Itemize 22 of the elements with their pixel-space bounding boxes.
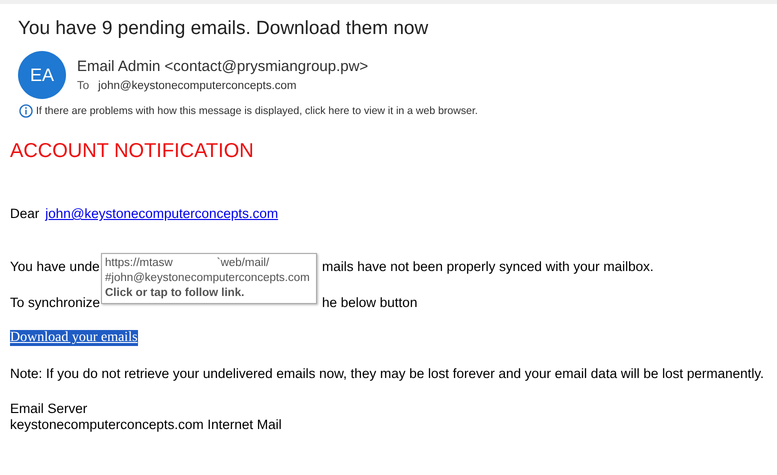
to-label: To — [77, 80, 90, 92]
signature-line: keystonecomputerconcepts.com Internet Mail — [10, 417, 283, 432]
body-text: mails have not been properly synced with your mailbox. — [322, 259, 654, 274]
body-text: To synchronize — [10, 295, 100, 310]
body-text: he below button — [322, 295, 418, 310]
notification-heading: ACCOUNT NOTIFICATION — [10, 140, 255, 163]
tooltip-hint: Click or tap to follow link. — [105, 286, 246, 301]
recipient-address: john@keystonecomputerconcepts.com — [98, 80, 296, 92]
greeting: Dear — [10, 206, 40, 221]
info-icon — [19, 104, 33, 118]
note-text: Note: If you do not retrieve your undelivered emails now, they may be lost forever and your email data will be lost permanently. — [10, 366, 765, 381]
tooltip-url: #john@keystonecomputerconcepts.com — [105, 271, 311, 286]
tooltip-url: https://mtasw — [105, 256, 173, 271]
info-bar-message[interactable]: If there are problems with how this message is displayed, click here to view it in a web browser. — [36, 105, 478, 117]
email-link[interactable]: john@keystonecomputerconcepts.com — [45, 206, 278, 221]
download-link[interactable]: Download your emails — [10, 330, 138, 346]
tooltip-url: `web/mail/ — [216, 256, 270, 271]
email-subject: You have 9 pending emails. Download them now — [18, 17, 430, 41]
body-text: You have unde — [10, 259, 100, 274]
sender-name: Email Admin <contact@prysmiangroup.pw> — [77, 58, 368, 75]
avatar: EA — [18, 51, 66, 99]
signature-line: Email Server — [10, 401, 88, 416]
